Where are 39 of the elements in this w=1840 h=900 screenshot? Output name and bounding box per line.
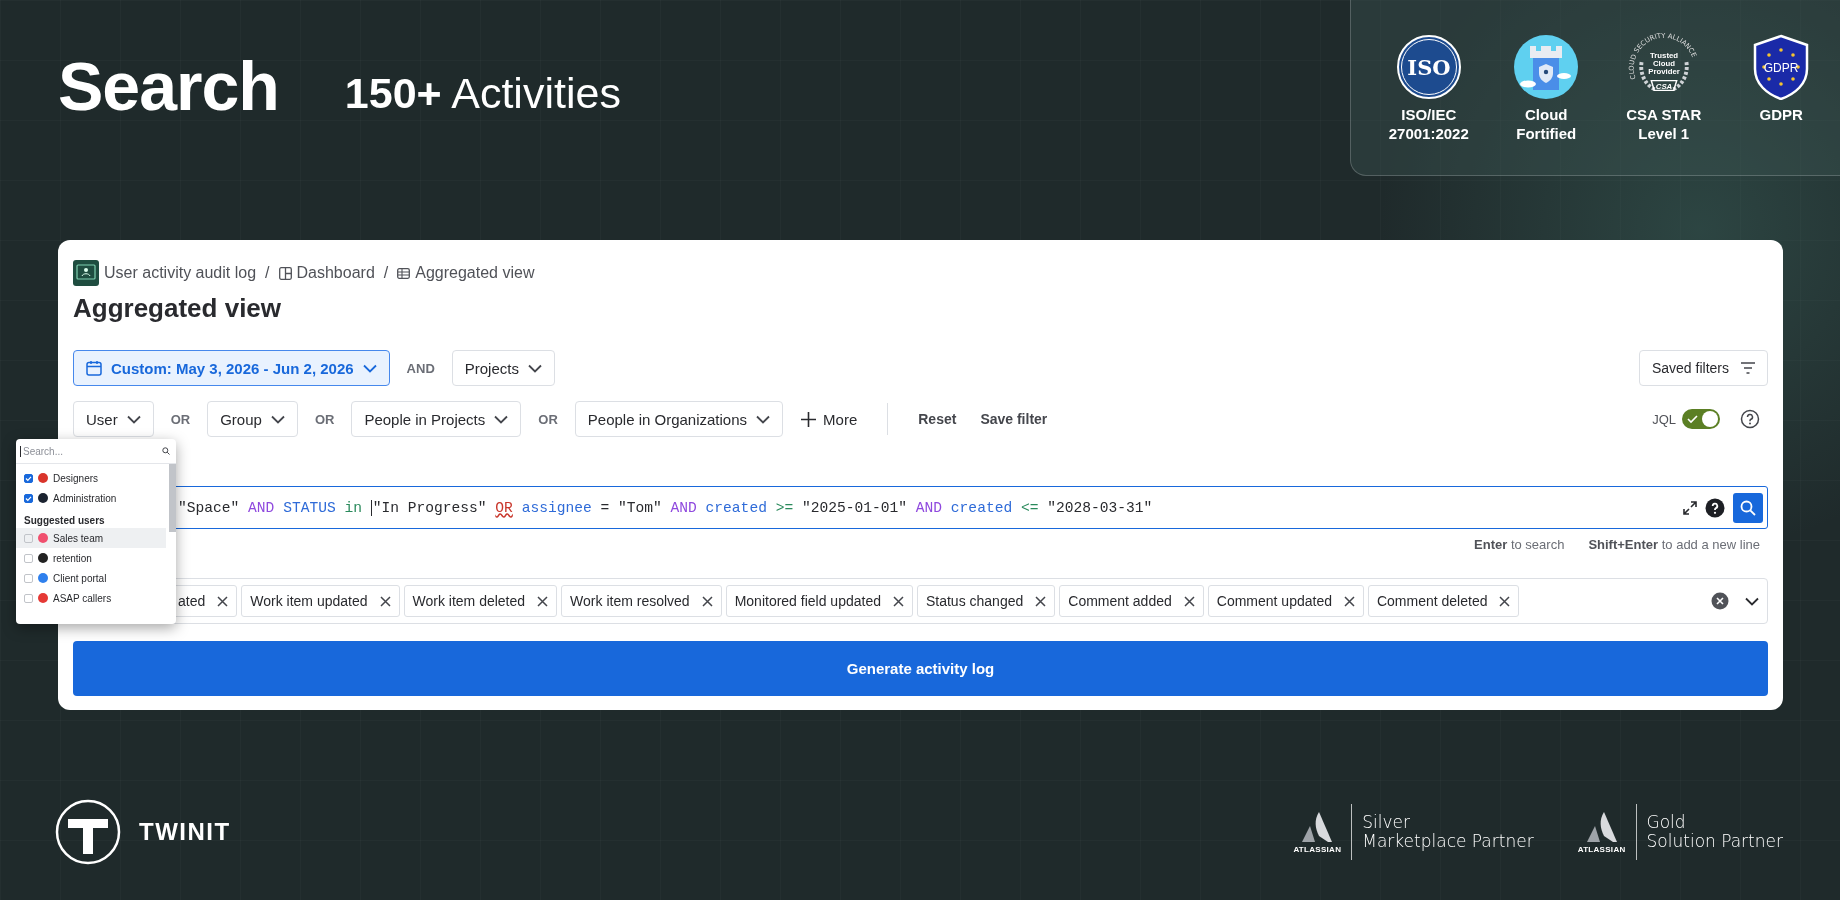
- certification-label: ISO/IEC 27001:2022: [1388, 105, 1469, 143]
- partner-logo-wordmark: ATLASSIAN: [1293, 844, 1342, 854]
- event-tag-label: Work item resolved: [570, 593, 690, 609]
- keyboard-hint: Shift+Enter to add a new line: [1588, 536, 1760, 552]
- page-heading: Aggregated view: [73, 292, 283, 324]
- jql-label: JQL: [1652, 411, 1676, 427]
- gdpr-shield-icon: GDPR: [1752, 34, 1811, 100]
- user-option-label: Administration: [53, 492, 117, 504]
- event-tag-label: Work item updated: [250, 593, 368, 609]
- certification-label: Cloud Fortified: [1516, 105, 1577, 143]
- certification-label: GDPR: [1759, 105, 1803, 124]
- event-tag-label: Status changed: [925, 593, 1024, 609]
- event-tag-label: Monitored field updated: [734, 593, 881, 609]
- event-tag-label: Work item deleted: [412, 593, 526, 609]
- keyboard-hint: Enter to search: [1474, 536, 1565, 552]
- activities-count-subtitle: 150+ Activities: [344, 67, 621, 118]
- user-option-label: Designers: [53, 472, 99, 484]
- user-option-label: Sales team: [53, 532, 104, 544]
- partner-logo-wordmark: ATLASSIAN: [1577, 844, 1626, 854]
- section-heading: Suggested users: [23, 514, 106, 528]
- event-tag-label: ated: [178, 593, 206, 609]
- partner-tier-label: Silver: [1362, 813, 1412, 832]
- logic-operator: OR: [169, 411, 192, 427]
- logic-operator: OR: [537, 411, 559, 427]
- certification-label: CSA STAR Level 1: [1626, 105, 1702, 143]
- breadcrumb-separator: /: [265, 264, 270, 282]
- event-tag-label: Comment added: [1068, 593, 1172, 609]
- event-tag-label: Comment deleted: [1376, 593, 1488, 609]
- iso-badge-icon: ISO: [1395, 34, 1462, 100]
- partner-program-label: Marketplace Partner: [1362, 832, 1534, 851]
- partner-program-label: Solution Partner: [1646, 832, 1783, 851]
- user-option-label: retention: [53, 552, 92, 564]
- partner-tier-label: Gold: [1646, 813, 1687, 832]
- page-title: Search: [58, 47, 279, 125]
- event-tag-label: Comment updated: [1216, 593, 1332, 609]
- logic-operator: OR: [313, 411, 336, 427]
- logic-operator: AND: [405, 360, 436, 376]
- brand-name: TWINIT: [139, 818, 231, 846]
- breadcrumb-separator: /: [383, 264, 389, 282]
